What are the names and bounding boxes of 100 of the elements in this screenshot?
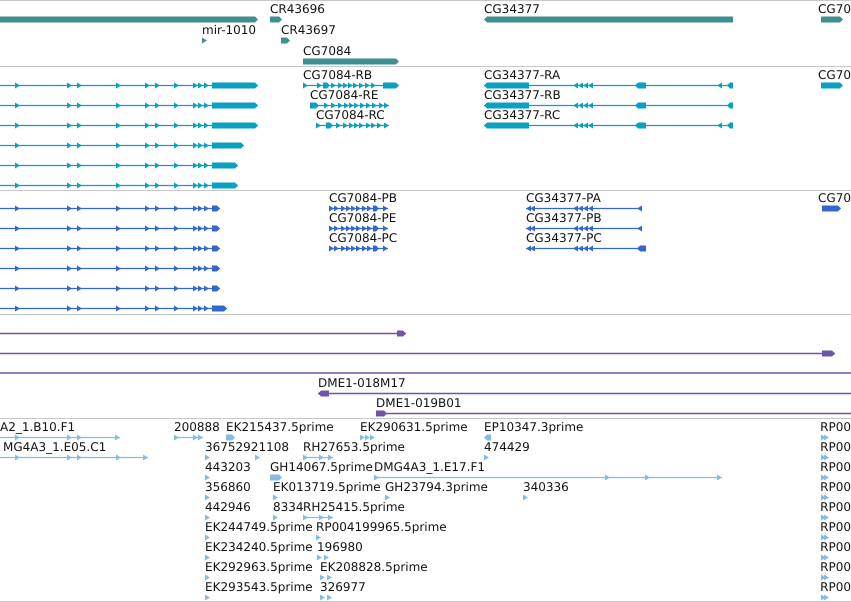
est-glyph[interactable] bbox=[821, 514, 829, 521]
protein-glyph[interactable] bbox=[0, 205, 220, 212]
est-label: EK215437.5prime bbox=[226, 421, 334, 433]
est-glyph[interactable] bbox=[270, 474, 282, 481]
protein-glyph[interactable] bbox=[329, 225, 388, 232]
transcript-glyph[interactable] bbox=[0, 102, 258, 109]
protein-glyph[interactable] bbox=[329, 245, 388, 252]
est-glyph[interactable] bbox=[821, 594, 829, 601]
protein-glyph[interactable] bbox=[0, 265, 220, 272]
transcript-glyph[interactable] bbox=[0, 82, 258, 89]
protein-glyph[interactable] bbox=[0, 285, 220, 292]
protein-glyph[interactable] bbox=[526, 245, 646, 252]
protein-glyph[interactable] bbox=[0, 305, 227, 312]
est-glyph[interactable] bbox=[0, 434, 120, 441]
est-label: GH14067.5prime bbox=[270, 461, 373, 473]
protein-glyph[interactable] bbox=[526, 205, 642, 212]
est-label: A2_1.B10.F1 bbox=[0, 421, 76, 433]
est-glyph[interactable] bbox=[205, 574, 210, 581]
est-glyph[interactable] bbox=[273, 514, 278, 521]
est-label: EP10347.3prime bbox=[484, 421, 584, 433]
gene-glyph[interactable] bbox=[484, 16, 733, 23]
transcript-label: CG34377-RB bbox=[484, 89, 561, 101]
est-label: EK234240.5prime bbox=[205, 541, 313, 553]
clone-glyph[interactable] bbox=[318, 390, 851, 397]
protein-glyph[interactable] bbox=[526, 225, 642, 232]
transcript-label: CG70 bbox=[818, 69, 851, 81]
clone-glyph[interactable] bbox=[0, 330, 406, 337]
est-glyph[interactable] bbox=[317, 554, 329, 561]
est-glyph[interactable] bbox=[303, 514, 333, 521]
transcript-glyph[interactable] bbox=[821, 82, 843, 89]
gene-glyph[interactable] bbox=[281, 37, 290, 44]
est-glyph[interactable] bbox=[205, 514, 210, 521]
transcript-glyph[interactable] bbox=[303, 82, 399, 89]
gene-label: CR43696 bbox=[270, 3, 325, 15]
transcript-glyph[interactable] bbox=[484, 102, 733, 109]
gene-glyph[interactable] bbox=[0, 16, 258, 23]
est-glyph[interactable] bbox=[484, 454, 489, 461]
est-label: 36752921108 bbox=[205, 441, 289, 453]
protein-label: CG7084-PB bbox=[329, 192, 398, 204]
est-glyph[interactable] bbox=[205, 454, 210, 461]
est-label: GH23794.3prime bbox=[385, 481, 488, 493]
protein-glyph[interactable] bbox=[329, 205, 388, 212]
est-glyph[interactable] bbox=[205, 554, 210, 561]
est-glyph[interactable] bbox=[0, 454, 148, 461]
est-glyph[interactable] bbox=[226, 434, 235, 441]
gene-label: CG7084 bbox=[303, 45, 352, 57]
est-glyph[interactable] bbox=[484, 434, 491, 441]
transcript-label: CG34377-RC bbox=[484, 109, 560, 121]
transcript-glyph[interactable] bbox=[484, 82, 733, 89]
gene-glyph[interactable] bbox=[821, 16, 843, 23]
clone-label: DME1-019B01 bbox=[376, 397, 462, 409]
est-label: 200888 bbox=[174, 421, 220, 433]
est-label: RP00 bbox=[820, 501, 851, 513]
est-glyph[interactable] bbox=[821, 454, 829, 461]
transcript-glyph[interactable] bbox=[310, 102, 389, 109]
gene-glyph[interactable] bbox=[270, 16, 282, 23]
transcript-glyph[interactable] bbox=[484, 122, 733, 129]
transcript-glyph[interactable] bbox=[0, 162, 238, 169]
est-glyph[interactable] bbox=[821, 574, 829, 581]
transcript-label: CG7084-RC bbox=[316, 109, 385, 121]
gene-glyph[interactable] bbox=[202, 37, 207, 44]
est-label: RP00 bbox=[820, 581, 851, 593]
est-glyph[interactable] bbox=[273, 494, 278, 501]
gene-label: CG70 bbox=[818, 3, 851, 15]
est-glyph[interactable] bbox=[303, 454, 333, 461]
est-label: 474429 bbox=[484, 441, 530, 453]
est-glyph[interactable] bbox=[523, 494, 528, 501]
est-glyph[interactable] bbox=[255, 454, 260, 461]
transcript-glyph[interactable] bbox=[0, 122, 258, 129]
est-glyph[interactable] bbox=[205, 594, 210, 601]
est-label: EK013719.5prime bbox=[273, 481, 381, 493]
est-glyph[interactable] bbox=[320, 574, 332, 581]
est-glyph[interactable] bbox=[821, 534, 829, 541]
transcript-glyph[interactable] bbox=[0, 182, 238, 189]
est-glyph[interactable] bbox=[385, 494, 390, 501]
est-glyph[interactable] bbox=[316, 534, 321, 541]
est-glyph[interactable] bbox=[320, 594, 332, 601]
est-glyph[interactable] bbox=[205, 474, 210, 481]
est-glyph[interactable] bbox=[205, 534, 210, 541]
est-glyph[interactable] bbox=[374, 474, 722, 481]
est-glyph[interactable] bbox=[821, 494, 829, 501]
est-label: RH25415.5prime bbox=[303, 501, 405, 513]
clone-glyph[interactable] bbox=[0, 350, 835, 357]
protein-glyph[interactable] bbox=[0, 225, 220, 232]
transcript-glyph[interactable] bbox=[0, 142, 244, 149]
protein-glyph[interactable] bbox=[0, 245, 220, 252]
est-glyph[interactable] bbox=[360, 434, 375, 441]
est-glyph[interactable] bbox=[821, 434, 829, 441]
est-glyph[interactable] bbox=[821, 474, 829, 481]
est-glyph[interactable] bbox=[205, 494, 210, 501]
gene-glyph[interactable] bbox=[303, 58, 399, 65]
est-label: 340336 bbox=[523, 481, 569, 493]
transcript-glyph[interactable] bbox=[316, 122, 389, 129]
est-glyph[interactable] bbox=[174, 434, 203, 441]
est-glyph[interactable] bbox=[821, 554, 829, 561]
protein-glyph[interactable] bbox=[822, 205, 841, 212]
est-label: RP004199965.5prime bbox=[316, 521, 447, 533]
est-label: RP00 bbox=[820, 481, 851, 493]
est-label: RP00 bbox=[820, 421, 851, 433]
clone-glyph[interactable] bbox=[376, 410, 851, 417]
